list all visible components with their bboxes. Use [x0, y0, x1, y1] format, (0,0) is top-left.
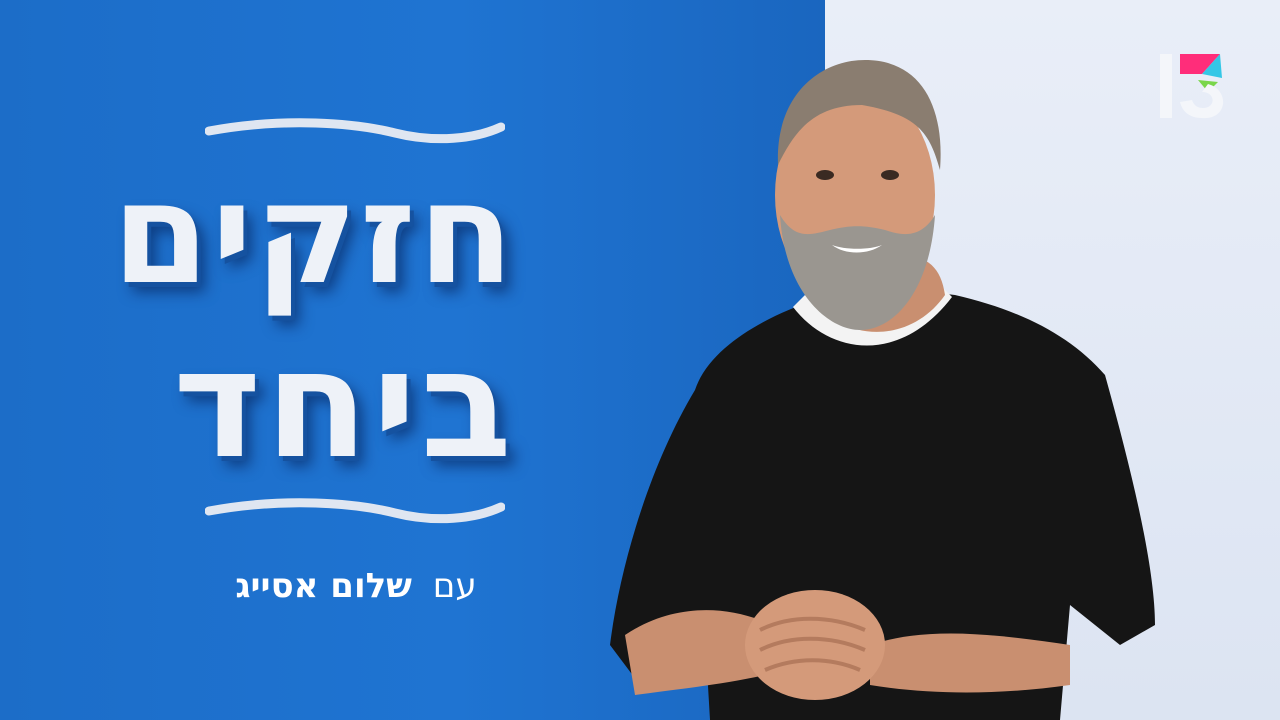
subtitle-with: עם — [432, 566, 477, 606]
top-wave-decoration — [205, 118, 505, 144]
show-title-line-2: ביחד — [173, 318, 516, 492]
host-portrait — [610, 60, 1155, 720]
bottom-wave-decoration — [205, 498, 505, 524]
host-name: שלום אסייג — [235, 566, 412, 606]
host-subtitle: עם שלום אסייג — [196, 566, 516, 606]
show-title-line-1: חזקים — [111, 153, 516, 316]
